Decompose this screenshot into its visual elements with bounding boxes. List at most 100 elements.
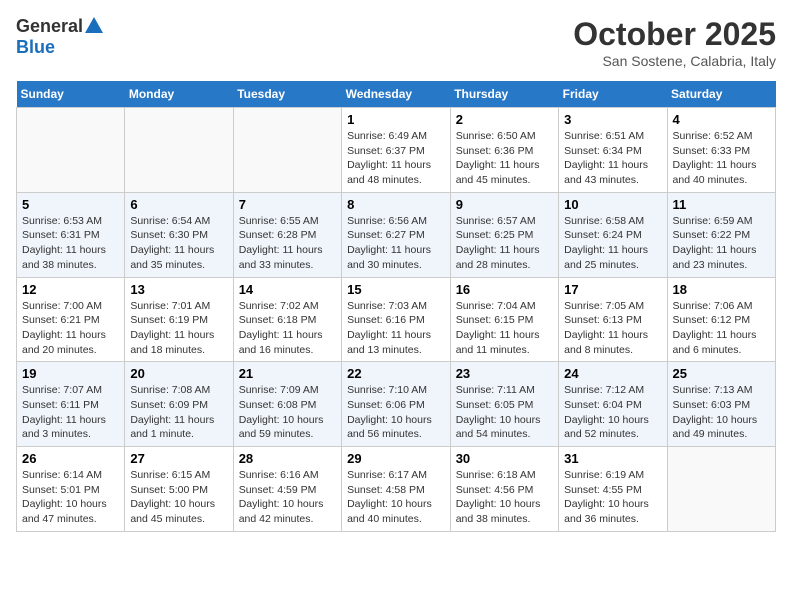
calendar-cell bbox=[125, 108, 233, 193]
calendar-cell: 29Sunrise: 6:17 AM Sunset: 4:58 PM Dayli… bbox=[342, 447, 451, 532]
day-content: Sunrise: 6:49 AM Sunset: 6:37 PM Dayligh… bbox=[347, 129, 445, 188]
week-row-1: 1 Sunrise: 6:49 AM Sunset: 6:37 PM Daylig… bbox=[17, 108, 776, 193]
calendar-cell: 18Sunrise: 7:06 AM Sunset: 6:12 PM Dayli… bbox=[667, 277, 775, 362]
calendar-cell: 2Sunrise: 6:50 AM Sunset: 6:36 PM Daylig… bbox=[450, 108, 558, 193]
day-number: 4 bbox=[673, 112, 770, 127]
logo-general-text: General bbox=[16, 16, 83, 37]
week-row-5: 26Sunrise: 6:14 AM Sunset: 5:01 PM Dayli… bbox=[17, 447, 776, 532]
calendar-cell: 16 Sunrise: 7:04 AM Sunset: 6:15 PM Dayli… bbox=[450, 277, 558, 362]
day-number: 25 bbox=[673, 366, 770, 381]
weekday-header-wednesday: Wednesday bbox=[342, 81, 451, 108]
calendar-cell: 19Sunrise: 7:07 AM Sunset: 6:11 PM Dayli… bbox=[17, 362, 125, 447]
day-content: Sunrise: 7:03 AM Sunset: 6:16 PM Dayligh… bbox=[347, 299, 445, 358]
day-content: Sunrise: 7:11 AM Sunset: 6:05 PM Dayligh… bbox=[456, 383, 553, 442]
day-content: Sunrise: 6:52 AM Sunset: 6:33 PM Dayligh… bbox=[673, 129, 770, 188]
day-number: 23 bbox=[456, 366, 553, 381]
day-number: 30 bbox=[456, 451, 553, 466]
calendar-cell: 31 Sunrise: 6:19 AM Sunset: 4:55 PM Dayli… bbox=[559, 447, 667, 532]
calendar-cell: 24Sunrise: 7:12 AM Sunset: 6:04 PM Dayli… bbox=[559, 362, 667, 447]
day-number: 15 bbox=[347, 282, 445, 297]
day-number: 11 bbox=[673, 197, 770, 212]
calendar-cell: 20 Sunrise: 7:08 AM Sunset: 6:09 PM Dayli… bbox=[125, 362, 233, 447]
day-number: 26 bbox=[22, 451, 119, 466]
calendar-cell: 11 Sunrise: 6:59 AM Sunset: 6:22 PM Dayli… bbox=[667, 192, 775, 277]
day-content: Sunrise: 7:07 AM Sunset: 6:11 PM Dayligh… bbox=[22, 383, 119, 442]
day-number: 8 bbox=[347, 197, 445, 212]
logo-icon bbox=[85, 17, 103, 33]
calendar-cell bbox=[233, 108, 341, 193]
month-title: October 2025 bbox=[573, 16, 776, 53]
day-content: Sunrise: 7:05 AM Sunset: 6:13 PM Dayligh… bbox=[564, 299, 661, 358]
calendar-cell: 22 Sunrise: 7:10 AM Sunset: 6:06 PM Dayli… bbox=[342, 362, 451, 447]
day-content: Sunrise: 7:04 AM Sunset: 6:15 PM Dayligh… bbox=[456, 299, 553, 358]
day-content: Sunrise: 7:08 AM Sunset: 6:09 PM Dayligh… bbox=[130, 383, 227, 442]
day-number: 17 bbox=[564, 282, 661, 297]
day-content: Sunrise: 7:01 AM Sunset: 6:19 PM Dayligh… bbox=[130, 299, 227, 358]
day-number: 1 bbox=[347, 112, 445, 127]
calendar-cell: 14 Sunrise: 7:02 AM Sunset: 6:18 PM Dayli… bbox=[233, 277, 341, 362]
calendar-cell: 25Sunrise: 7:13 AM Sunset: 6:03 PM Dayli… bbox=[667, 362, 775, 447]
day-number: 21 bbox=[239, 366, 336, 381]
day-content: Sunrise: 6:16 AM Sunset: 4:59 PM Dayligh… bbox=[239, 468, 336, 527]
day-number: 28 bbox=[239, 451, 336, 466]
weekday-header-tuesday: Tuesday bbox=[233, 81, 341, 108]
day-number: 13 bbox=[130, 282, 227, 297]
calendar-cell: 1 Sunrise: 6:49 AM Sunset: 6:37 PM Daylig… bbox=[342, 108, 451, 193]
day-content: Sunrise: 7:10 AM Sunset: 6:06 PM Dayligh… bbox=[347, 383, 445, 442]
weekday-header-friday: Friday bbox=[559, 81, 667, 108]
day-content: Sunrise: 6:57 AM Sunset: 6:25 PM Dayligh… bbox=[456, 214, 553, 273]
day-number: 20 bbox=[130, 366, 227, 381]
day-content: Sunrise: 7:02 AM Sunset: 6:18 PM Dayligh… bbox=[239, 299, 336, 358]
day-content: Sunrise: 6:56 AM Sunset: 6:27 PM Dayligh… bbox=[347, 214, 445, 273]
calendar-cell: 4 Sunrise: 6:52 AM Sunset: 6:33 PM Daylig… bbox=[667, 108, 775, 193]
title-section: October 2025 San Sostene, Calabria, Ital… bbox=[573, 16, 776, 69]
week-row-3: 12 Sunrise: 7:00 AM Sunset: 6:21 PM Dayli… bbox=[17, 277, 776, 362]
day-number: 29 bbox=[347, 451, 445, 466]
day-number: 14 bbox=[239, 282, 336, 297]
calendar-cell: 15 Sunrise: 7:03 AM Sunset: 6:16 PM Dayli… bbox=[342, 277, 451, 362]
day-number: 9 bbox=[456, 197, 553, 212]
weekday-header-saturday: Saturday bbox=[667, 81, 775, 108]
location-subtitle: San Sostene, Calabria, Italy bbox=[573, 53, 776, 69]
day-content: Sunrise: 6:54 AM Sunset: 6:30 PM Dayligh… bbox=[130, 214, 227, 273]
day-number: 16 bbox=[456, 282, 553, 297]
calendar-cell: 3Sunrise: 6:51 AM Sunset: 6:34 PM Daylig… bbox=[559, 108, 667, 193]
day-content: Sunrise: 6:18 AM Sunset: 4:56 PM Dayligh… bbox=[456, 468, 553, 527]
weekday-header-thursday: Thursday bbox=[450, 81, 558, 108]
day-content: Sunrise: 6:58 AM Sunset: 6:24 PM Dayligh… bbox=[564, 214, 661, 273]
logo-blue-text: Blue bbox=[16, 37, 55, 58]
week-row-2: 5 Sunrise: 6:53 AM Sunset: 6:31 PM Daylig… bbox=[17, 192, 776, 277]
calendar-cell: 13 Sunrise: 7:01 AM Sunset: 6:19 PM Dayli… bbox=[125, 277, 233, 362]
day-number: 10 bbox=[564, 197, 661, 212]
day-number: 2 bbox=[456, 112, 553, 127]
calendar-cell: 17 Sunrise: 7:05 AM Sunset: 6:13 PM Dayli… bbox=[559, 277, 667, 362]
day-content: Sunrise: 6:53 AM Sunset: 6:31 PM Dayligh… bbox=[22, 214, 119, 273]
logo: General Blue bbox=[16, 16, 103, 58]
day-number: 12 bbox=[22, 282, 119, 297]
calendar-table: SundayMondayTuesdayWednesdayThursdayFrid… bbox=[16, 81, 776, 532]
calendar-cell bbox=[667, 447, 775, 532]
day-number: 5 bbox=[22, 197, 119, 212]
weekday-header-monday: Monday bbox=[125, 81, 233, 108]
calendar-cell: 8 Sunrise: 6:56 AM Sunset: 6:27 PM Daylig… bbox=[342, 192, 451, 277]
calendar-cell: 21 Sunrise: 7:09 AM Sunset: 6:08 PM Dayli… bbox=[233, 362, 341, 447]
day-content: Sunrise: 6:59 AM Sunset: 6:22 PM Dayligh… bbox=[673, 214, 770, 273]
day-content: Sunrise: 7:09 AM Sunset: 6:08 PM Dayligh… bbox=[239, 383, 336, 442]
calendar-cell: 10 Sunrise: 6:58 AM Sunset: 6:24 PM Dayli… bbox=[559, 192, 667, 277]
calendar-cell: 28 Sunrise: 6:16 AM Sunset: 4:59 PM Dayli… bbox=[233, 447, 341, 532]
day-content: Sunrise: 6:51 AM Sunset: 6:34 PM Dayligh… bbox=[564, 129, 661, 188]
weekday-header-row: SundayMondayTuesdayWednesdayThursdayFrid… bbox=[17, 81, 776, 108]
day-number: 6 bbox=[130, 197, 227, 212]
day-number: 27 bbox=[130, 451, 227, 466]
day-number: 18 bbox=[673, 282, 770, 297]
day-content: Sunrise: 6:55 AM Sunset: 6:28 PM Dayligh… bbox=[239, 214, 336, 273]
day-content: Sunrise: 6:19 AM Sunset: 4:55 PM Dayligh… bbox=[564, 468, 661, 527]
calendar-cell bbox=[17, 108, 125, 193]
calendar-cell: 23 Sunrise: 7:11 AM Sunset: 6:05 PM Dayli… bbox=[450, 362, 558, 447]
day-content: Sunrise: 6:15 AM Sunset: 5:00 PM Dayligh… bbox=[130, 468, 227, 527]
day-number: 31 bbox=[564, 451, 661, 466]
day-content: Sunrise: 7:12 AM Sunset: 6:04 PM Dayligh… bbox=[564, 383, 661, 442]
calendar-cell: 5 Sunrise: 6:53 AM Sunset: 6:31 PM Daylig… bbox=[17, 192, 125, 277]
day-content: Sunrise: 7:00 AM Sunset: 6:21 PM Dayligh… bbox=[22, 299, 119, 358]
day-number: 22 bbox=[347, 366, 445, 381]
